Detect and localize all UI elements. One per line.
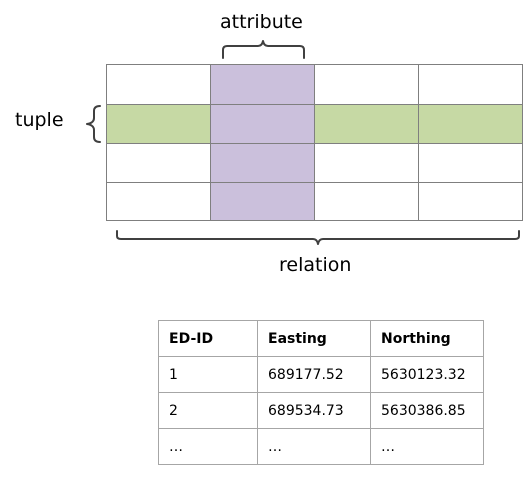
- table-cell: …: [370, 428, 484, 465]
- relation-table: ED-ID Easting Northing 1 689177.52 56301…: [158, 320, 484, 465]
- table-cell: 689534.73: [257, 392, 371, 429]
- header-northing: Northing: [370, 320, 484, 357]
- attribute-column-highlight: [210, 64, 314, 220]
- tuple-bracket: [86, 105, 101, 143]
- table-cell: 5630123.32: [370, 356, 484, 393]
- table-row: … … …: [158, 428, 484, 465]
- table-header-row: ED-ID Easting Northing: [158, 320, 484, 357]
- header-ed-id: ED-ID: [158, 320, 258, 357]
- table-cell: …: [257, 428, 371, 465]
- table-cell: 1: [158, 356, 258, 393]
- table-cell: 689177.52: [257, 356, 371, 393]
- table-row: 2 689534.73 5630386.85: [158, 392, 484, 429]
- header-easting: Easting: [257, 320, 371, 357]
- relation-diagram: [86, 40, 523, 245]
- table-cell: 2: [158, 392, 258, 429]
- relation-bracket: [116, 230, 520, 245]
- table-cell: 5630386.85: [370, 392, 484, 429]
- table-cell: …: [158, 428, 258, 465]
- attribute-bracket: [222, 40, 305, 59]
- table-row: 1 689177.52 5630123.32: [158, 356, 484, 393]
